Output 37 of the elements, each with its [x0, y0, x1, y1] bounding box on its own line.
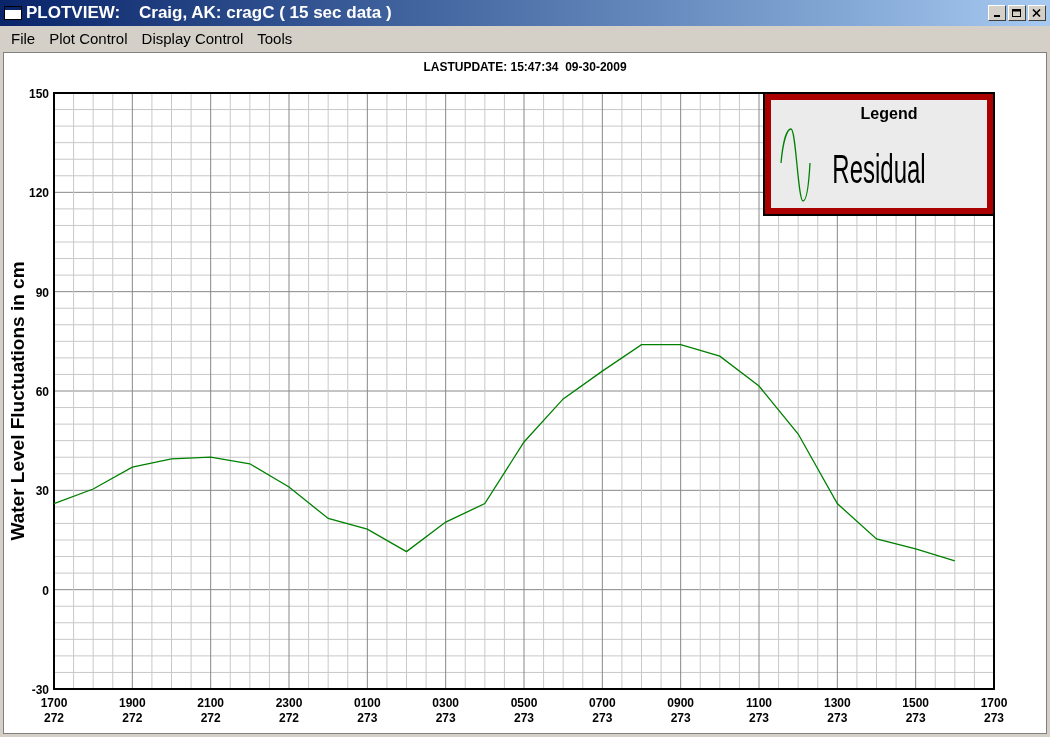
- y-tick-label: 60: [35, 385, 49, 399]
- x-tick-label: 1900 272: [119, 696, 146, 725]
- x-tick-label: 2100 272: [197, 696, 224, 725]
- menu-item[interactable]: Tools: [250, 27, 300, 51]
- maximize-button[interactable]: [1008, 5, 1026, 21]
- last-update-label: LASTUPDATE: 15:47:34 09-30-2009: [423, 59, 627, 76]
- legend-title: Legend: [860, 105, 918, 122]
- menu-item[interactable]: File: [4, 27, 43, 51]
- y-tick-label: 90: [35, 285, 49, 300]
- x-tick-label: 0700 273: [589, 696, 616, 725]
- minimize-icon: [994, 15, 1000, 17]
- x-tick-label: 0900 273: [667, 696, 694, 725]
- x-tick-label: 1100 273: [746, 696, 772, 725]
- y-tick-label: 30: [35, 484, 49, 499]
- window-title: PLOTVIEW: Craig, AK: cragC ( 15 sec data ): [26, 2, 392, 25]
- x-tick-label: 0100 273: [354, 696, 381, 725]
- x-tick-label: 0300 273: [432, 696, 459, 725]
- menu-item[interactable]: Plot Control: [42, 27, 135, 51]
- x-tick-label: 0500 273: [510, 696, 538, 725]
- x-tick-label: 1300 273: [824, 696, 851, 725]
- minimize-button[interactable]: [988, 5, 1006, 21]
- x-tick-label: 1700 272: [40, 696, 68, 725]
- y-tick-label: 0: [42, 583, 49, 598]
- legend-entry: Residual: [832, 146, 926, 192]
- y-tick-label: 150: [28, 87, 49, 101]
- maximize-icon: [1012, 8, 1022, 18]
- window-icon: [4, 6, 22, 20]
- y-tick-label: -30: [31, 683, 49, 697]
- legend-line-icon: [780, 128, 811, 202]
- menu-item[interactable]: Display Control: [134, 27, 251, 51]
- x-tick-label: 2300 272: [275, 696, 303, 725]
- y-axis-title: Water Level Fluctuations in cm: [7, 261, 28, 541]
- x-tick-label: 1500 273: [902, 696, 929, 725]
- close-button[interactable]: [1028, 5, 1046, 21]
- y-tick-label: 120: [28, 186, 49, 201]
- x-tick-label: 1700 273: [980, 696, 1008, 725]
- close-icon: [1032, 8, 1042, 18]
